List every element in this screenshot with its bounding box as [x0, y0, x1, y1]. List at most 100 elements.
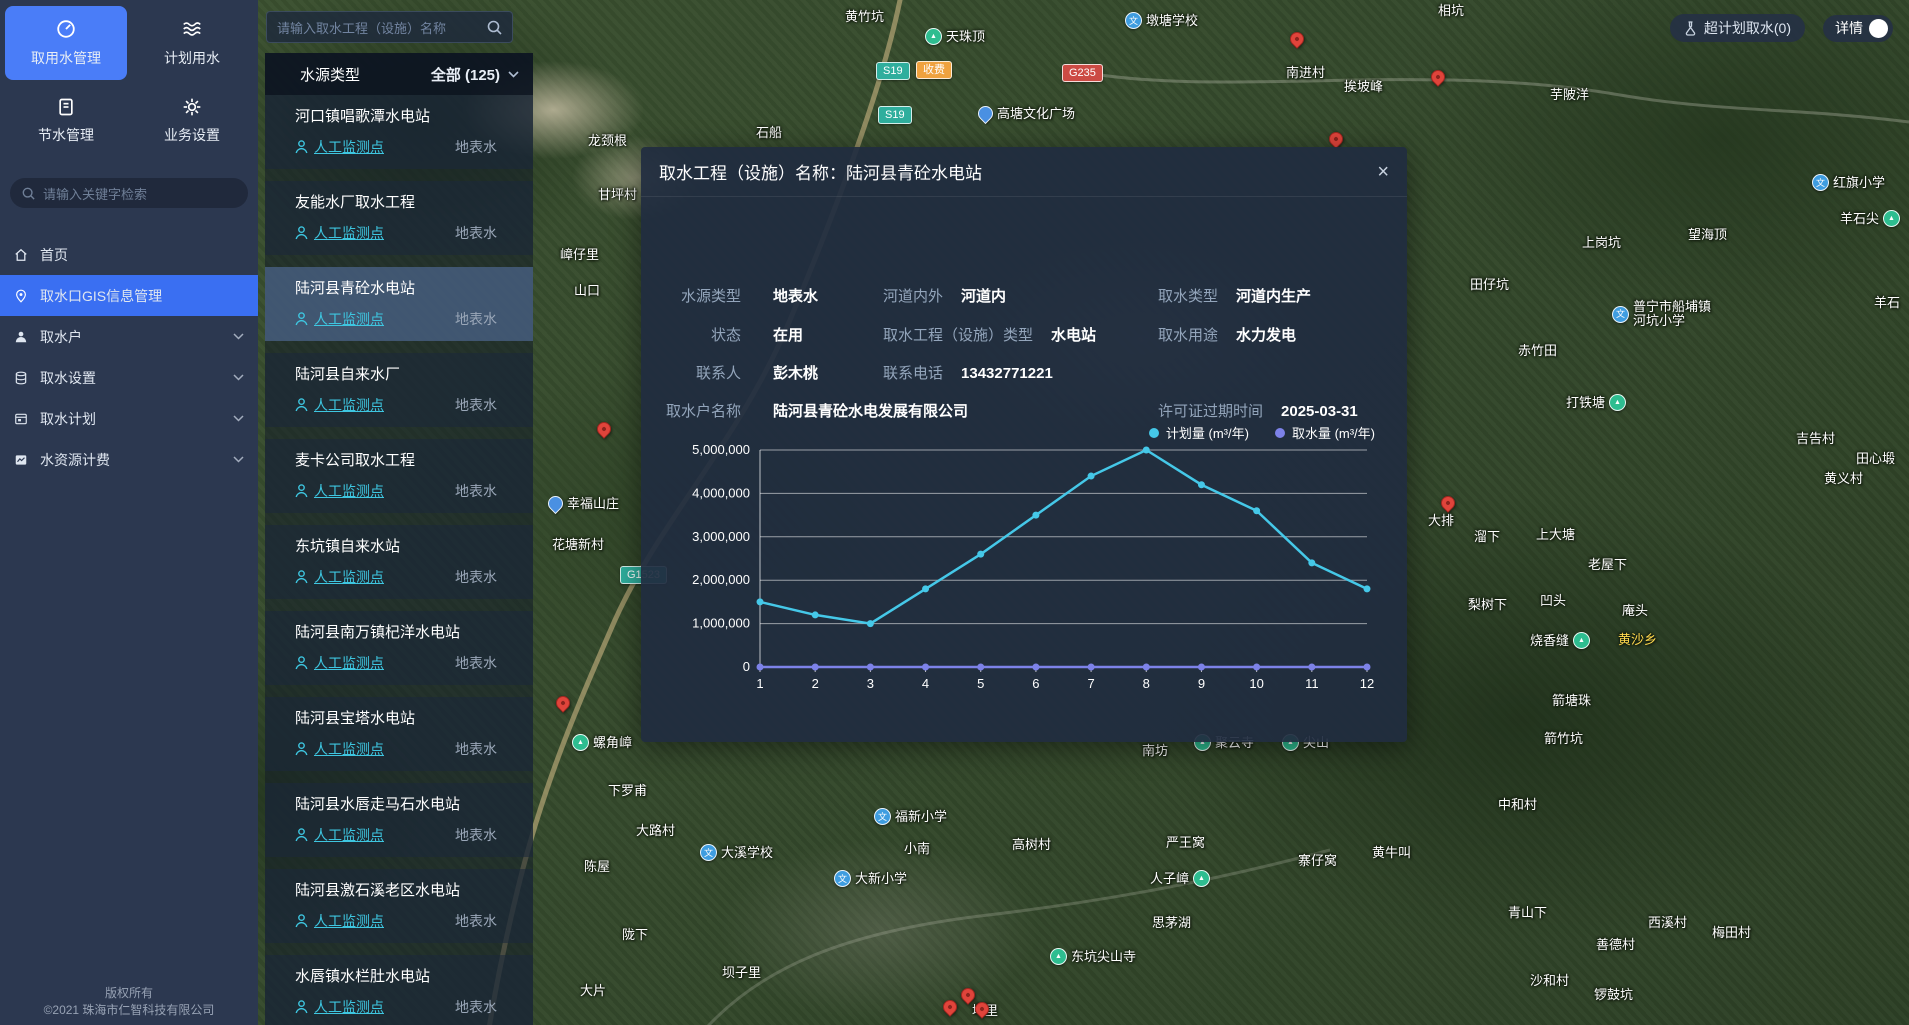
- mountain-icon: ▲: [925, 28, 942, 45]
- map-label: 羊石: [1874, 296, 1900, 310]
- station-list-item[interactable]: 麦卡公司取水工程 人工监测点 地表水: [265, 439, 533, 513]
- station-list-item[interactable]: 陆河县南万镇杞洋水电站 人工监测点 地表水: [265, 611, 533, 685]
- user-icon: [14, 330, 28, 344]
- manual-monitor-link[interactable]: 人工监测点: [295, 137, 384, 157]
- person-icon: [295, 656, 308, 670]
- monitor-type-label: 人工监测点: [314, 739, 384, 759]
- person-icon: [295, 484, 308, 498]
- road-badge: S19: [876, 62, 910, 80]
- map-label: 打铁塘▲: [1566, 394, 1626, 411]
- sidebar-item-intake-settings[interactable]: 取水设置: [0, 357, 258, 398]
- sidebar-menu: 首页 取水口GIS信息管理 取水户: [0, 234, 258, 480]
- station-list-item[interactable]: 友能水厂取水工程 人工监测点 地表水: [265, 181, 533, 255]
- module-tile-planned-water[interactable]: 计划用水: [131, 6, 253, 80]
- filter-value-dropdown[interactable]: 全部 (125): [431, 64, 500, 85]
- sidebar-item-intake-plan[interactable]: 取水计划: [0, 398, 258, 439]
- station-list-item[interactable]: 陆河县宝塔水电站 人工监测点 地表水: [265, 697, 533, 771]
- monitor-type-label: 人工监测点: [314, 911, 384, 931]
- map-label: 锣鼓坑: [1594, 988, 1633, 1002]
- map-label-text: 望海顶: [1688, 228, 1727, 242]
- poi-pin-icon: [975, 103, 996, 124]
- sidebar-item-gis-info-mgmt[interactable]: 取水口GIS信息管理: [0, 275, 258, 316]
- manual-monitor-link[interactable]: 人工监测点: [295, 653, 384, 673]
- water-source-type: 地表水: [455, 997, 497, 1017]
- manual-monitor-link[interactable]: 人工监测点: [295, 481, 384, 501]
- manual-monitor-link[interactable]: 人工监测点: [295, 911, 384, 931]
- map-label-text: 石船: [756, 126, 782, 140]
- map-label-text: 庵头: [1622, 604, 1648, 618]
- map-label: 小南: [904, 842, 930, 856]
- map-label-text: 西溪村: [1648, 916, 1687, 930]
- station-name: 陆河县自来水厂: [295, 363, 519, 384]
- map-label-text: 红旗小学: [1833, 176, 1885, 190]
- module-tile-water-intake-mgmt[interactable]: 取用水管理: [5, 6, 127, 80]
- water-source-type: 地表水: [455, 395, 497, 415]
- station-list-item[interactable]: 陆河县激石溪老区水电站 人工监测点 地表水: [265, 869, 533, 943]
- mountain-icon: ▲: [1883, 210, 1900, 227]
- map-label: 凹头: [1540, 594, 1566, 608]
- chevron-down-icon[interactable]: [508, 71, 519, 78]
- module-switcher: 取用水管理 计划用水 节水管理: [0, 0, 258, 164]
- monitor-type-label: 人工监测点: [314, 137, 384, 157]
- map-label: 坝子里: [722, 966, 761, 980]
- map-label: 梨树下: [1468, 598, 1507, 612]
- map-label: 溜下: [1474, 530, 1500, 544]
- map-label: 黄竹坑: [845, 10, 884, 24]
- manual-monitor-link[interactable]: 人工监测点: [295, 223, 384, 243]
- legend-dot-icon: [1275, 428, 1285, 438]
- map-label-text: 天珠顶: [946, 30, 985, 44]
- module-tile-business-settings[interactable]: 业务设置: [131, 84, 253, 158]
- map-label: 挨坡峰: [1344, 80, 1383, 94]
- map-label-text: 陇下: [622, 928, 648, 942]
- svg-text:5: 5: [977, 676, 984, 691]
- map-label-text: 幸福山庄: [567, 497, 619, 511]
- sidebar-item-water-billing[interactable]: 水资源计费: [0, 439, 258, 480]
- module-tile-water-saving-mgmt[interactable]: 节水管理: [5, 84, 127, 158]
- monitor-type-label: 人工监测点: [314, 395, 384, 415]
- manual-monitor-link[interactable]: 人工监测点: [295, 567, 384, 587]
- database-icon: [14, 371, 28, 385]
- monitor-type-label: 人工监测点: [314, 997, 384, 1017]
- plan-icon: [14, 412, 28, 426]
- usage-chart: 01,000,0002,000,0003,000,0004,000,0005,0…: [651, 437, 1397, 699]
- detail-toggle[interactable]: 详情: [1823, 15, 1893, 42]
- map-label-text: 烧香缝: [1530, 634, 1569, 648]
- map-label-text: 上大塘: [1536, 528, 1575, 542]
- station-list-item[interactable]: 陆河县自来水厂 人工监测点 地表水: [265, 353, 533, 427]
- sidebar: 取用水管理 计划用水 节水管理: [0, 0, 258, 1025]
- manual-monitor-link[interactable]: 人工监测点: [295, 395, 384, 415]
- manual-monitor-link[interactable]: 人工监测点: [295, 309, 384, 329]
- person-icon: [295, 398, 308, 412]
- manual-monitor-link[interactable]: 人工监测点: [295, 997, 384, 1017]
- school-icon: 文: [1125, 12, 1142, 29]
- notebook-icon: [56, 97, 76, 117]
- sidebar-item-home[interactable]: 首页: [0, 234, 258, 275]
- water-source-type: 地表水: [455, 481, 497, 501]
- station-list-item[interactable]: 陆河县水唇走马石水电站 人工监测点 地表水: [265, 783, 533, 857]
- svg-text:3: 3: [867, 676, 874, 691]
- station-list-item[interactable]: 东坑镇自来水站 人工监测点 地表水: [265, 525, 533, 599]
- map-label-text: 沙和村: [1530, 974, 1569, 988]
- toggle-knob[interactable]: [1869, 19, 1888, 38]
- person-icon: [295, 570, 308, 584]
- station-list-item[interactable]: 陆河县青砼水电站 人工监测点 地表水: [265, 267, 533, 341]
- svg-text:4: 4: [922, 676, 929, 691]
- close-icon[interactable]: ×: [1377, 162, 1389, 182]
- manual-monitor-link[interactable]: 人工监测点: [295, 739, 384, 759]
- sidebar-item-water-users[interactable]: 取水户: [0, 316, 258, 357]
- station-search-input[interactable]: 请输入取水工程（设施）名称: [266, 11, 513, 43]
- keyword-search-input[interactable]: 请输入关键字检索: [10, 178, 248, 208]
- search-icon[interactable]: [487, 20, 502, 35]
- manual-monitor-link[interactable]: 人工监测点: [295, 825, 384, 845]
- over-plan-intake-button[interactable]: 超计划取水(0): [1670, 14, 1805, 42]
- map-label-text: 善德村: [1596, 938, 1635, 952]
- map-label: 文福新小学: [874, 808, 947, 825]
- station-detail-modal: 取水工程（设施）名称：陆河县青砼水电站 × 水源类型 地表水 河道内外河道内 取…: [641, 147, 1407, 742]
- waves-icon: [181, 18, 203, 40]
- app-window: 黄竹坑▲天珠顶文墩塘学校相坑南进村挨坡峰芋陂洋望海顶上岗坑文红旗小学羊石尖▲羊石…: [0, 0, 1909, 1025]
- map-label-text: 黄义村: [1824, 472, 1863, 486]
- station-list-item[interactable]: 水唇镇水栏肚水电站 人工监测点 地表水: [265, 955, 533, 1025]
- station-list-item[interactable]: 河口镇唱歌潭水电站 人工监测点 地表水: [265, 95, 533, 169]
- map-label-text: 南坊: [1142, 744, 1168, 758]
- keyword-search-placeholder: 请输入关键字检索: [43, 184, 147, 203]
